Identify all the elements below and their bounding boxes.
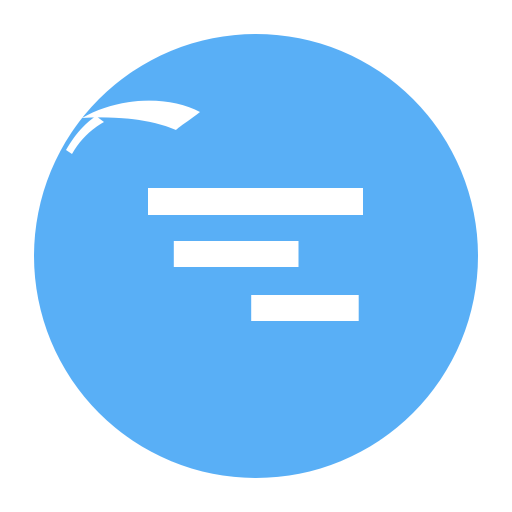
app-icon [0, 0, 512, 512]
gantt-task-bar-1 [148, 188, 363, 215]
gantt-task-bar-2 [173, 241, 299, 267]
gantt-app-icon [34, 34, 478, 478]
gantt-task-bar-3 [251, 295, 359, 321]
